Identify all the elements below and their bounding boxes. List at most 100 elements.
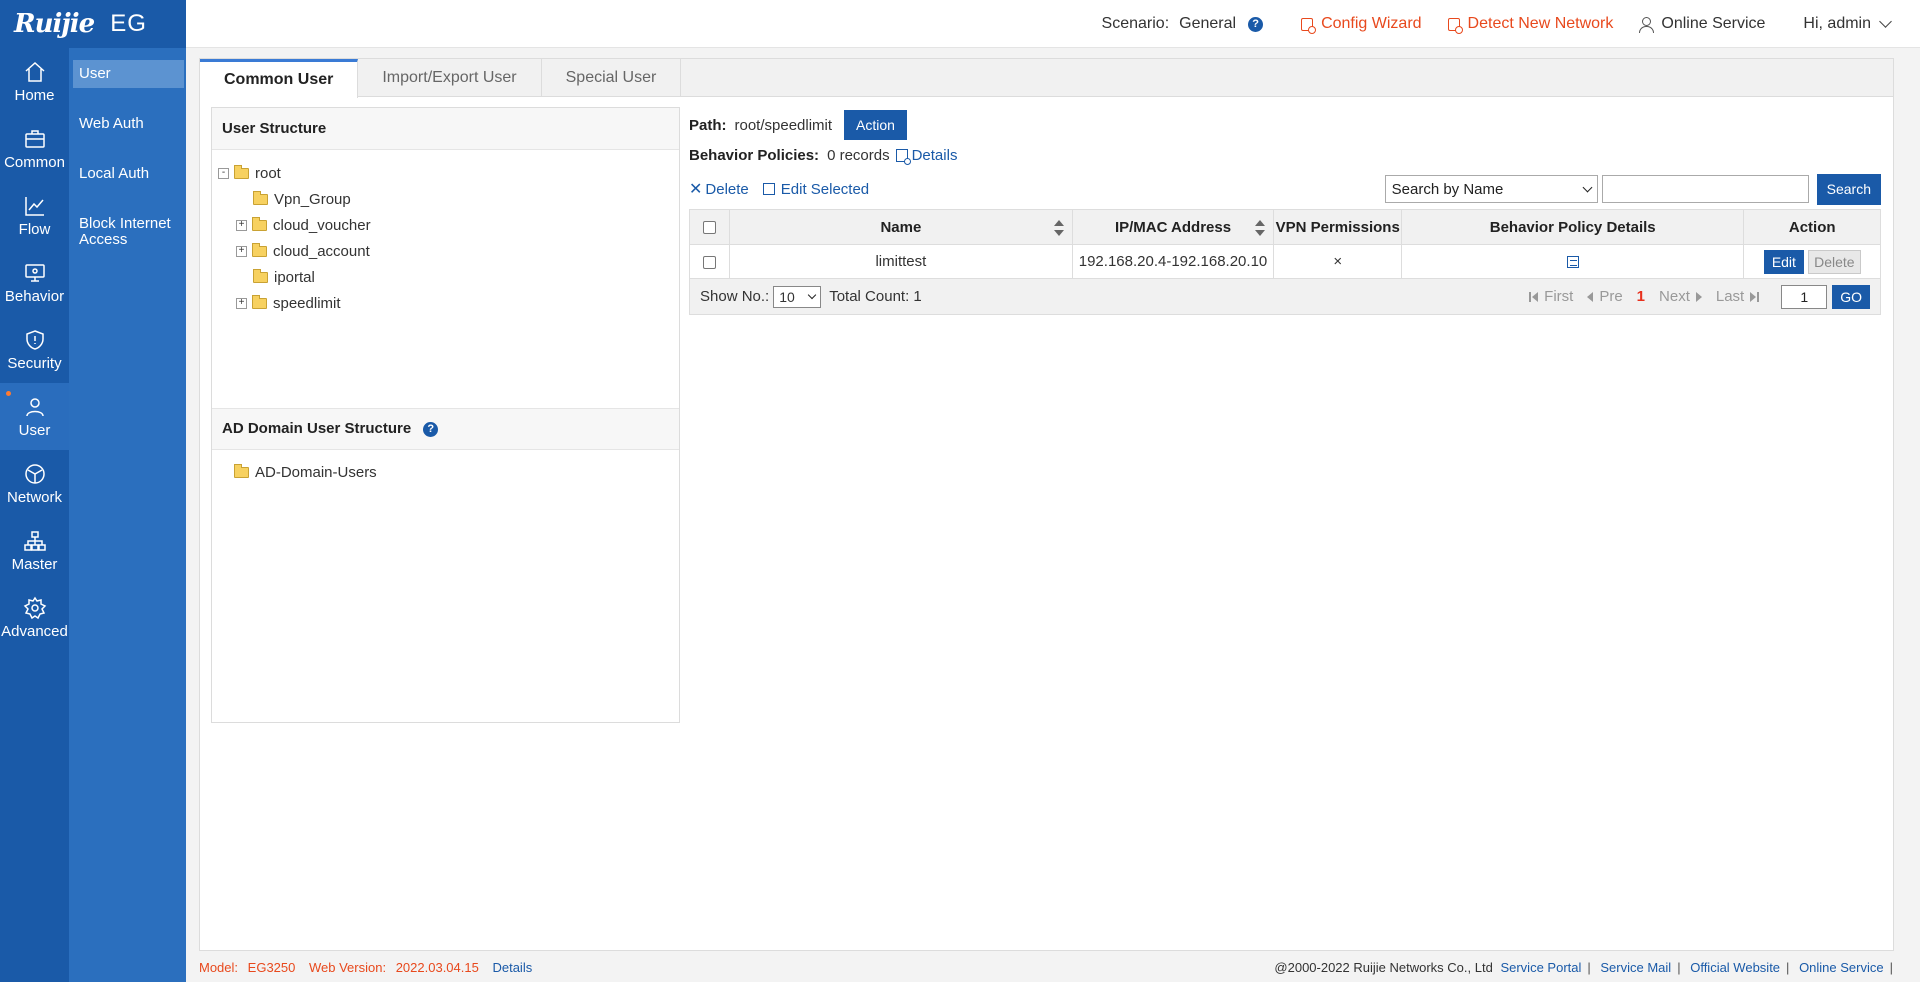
tree-node-iportal[interactable]: iportal: [218, 264, 679, 290]
tree-node-speedlimit[interactable]: + speedlimit: [218, 290, 679, 316]
nav-security[interactable]: Security: [0, 316, 69, 383]
row-delete-button[interactable]: Delete: [1808, 249, 1861, 274]
expand-icon[interactable]: +: [236, 219, 247, 231]
first-page-button[interactable]: First: [1529, 288, 1573, 305]
subnav-item-block-internet-access[interactable]: Block Internet Access: [73, 210, 184, 254]
list-details-icon[interactable]: [1566, 256, 1579, 269]
pre-label: Pre: [1599, 288, 1623, 305]
expand-icon[interactable]: +: [236, 297, 247, 309]
nav-network[interactable]: Network: [0, 450, 69, 517]
main-nav: Home Common Flow Behavior Security User …: [0, 48, 69, 982]
tree-node-root[interactable]: - root: [218, 160, 679, 186]
chevron-down-icon: [1879, 15, 1892, 28]
folder-icon: [252, 242, 267, 257]
chevron-down-icon: [1582, 182, 1593, 192]
service-mail-link[interactable]: Service Mail: [1600, 960, 1671, 975]
online-service-link[interactable]: Online Service: [1639, 15, 1765, 33]
delete-button[interactable]: ✕ Delete: [689, 179, 749, 199]
col-name[interactable]: Name: [729, 209, 1073, 245]
search-input[interactable]: [1601, 175, 1809, 203]
footer-details-link[interactable]: Details: [492, 960, 532, 975]
col-behavior-policy: Behavior Policy Details: [1400, 209, 1745, 245]
user-menu[interactable]: Hi, admin: [1803, 15, 1892, 33]
folder-icon: [252, 216, 267, 231]
subnav-item-user[interactable]: User: [73, 60, 184, 88]
select-all-checkbox[interactable]: [703, 221, 717, 235]
user-structure-title: User Structure: [212, 108, 679, 150]
nav-common[interactable]: Common: [0, 115, 69, 182]
col-vpn: VPN Permissions: [1273, 209, 1402, 245]
user-tree: - root Vpn_Group + cloud_voucher + cloud…: [212, 150, 679, 316]
table-toolbar: ✕ Delete Edit Selected Search by Name Se…: [689, 169, 1881, 209]
row-checkbox[interactable]: [703, 255, 717, 269]
behavior-details-link[interactable]: Details: [890, 147, 957, 165]
nav-label: Common: [4, 153, 65, 171]
nav-master[interactable]: Master: [0, 517, 69, 584]
search-by-select[interactable]: Search by Name: [1384, 175, 1598, 203]
web-version-value: 2022.03.04.15: [395, 959, 479, 975]
collapse-icon[interactable]: -: [218, 167, 229, 179]
model-value: EG3250: [247, 959, 296, 975]
last-page-button[interactable]: Last: [1716, 288, 1760, 305]
page-size-select[interactable]: 10: [773, 285, 822, 308]
nav-behavior[interactable]: Behavior: [0, 249, 69, 316]
header-actions: Scenario: General ? Config Wizard Detect…: [1064, 0, 1892, 48]
tree-node-label: Vpn_Group: [274, 190, 351, 208]
go-button[interactable]: GO: [1832, 284, 1870, 309]
current-page[interactable]: 1: [1637, 288, 1645, 305]
behavior-row: Behavior Policies: 0 records Details: [689, 143, 1881, 167]
expand-icon[interactable]: +: [236, 245, 247, 257]
nav-label: Home: [14, 86, 55, 104]
edit-button[interactable]: Edit: [1763, 249, 1804, 274]
nav-advanced[interactable]: Advanced: [0, 584, 69, 651]
subnav-item-web-auth[interactable]: Web Auth: [73, 110, 184, 138]
ad-structure-title: AD Domain User Structure: [222, 420, 412, 437]
config-wizard-link[interactable]: Config Wizard: [1301, 15, 1422, 34]
col-ip-mac[interactable]: IP/MAC Address: [1071, 209, 1275, 245]
product-name: EG: [110, 10, 147, 37]
total-count: Total Count: 1: [829, 288, 922, 305]
last-icon: [1757, 291, 1760, 302]
official-website-link[interactable]: Official Website: [1690, 960, 1780, 975]
detect-network-label: Detect New Network: [1467, 15, 1614, 32]
sort-icon[interactable]: [1255, 220, 1266, 236]
tree-node-cloud-voucher[interactable]: + cloud_voucher: [218, 212, 679, 238]
tab-special-user[interactable]: Special User: [542, 59, 682, 97]
prev-page-button[interactable]: Pre: [1587, 288, 1623, 305]
help-icon[interactable]: ?: [1248, 16, 1264, 32]
nav-label: Security: [7, 354, 62, 372]
service-portal-link[interactable]: Service Portal: [1500, 960, 1581, 975]
page-number-input[interactable]: 1: [1781, 284, 1828, 309]
user-structure-panel: User Structure - root Vpn_Group + cloud_…: [211, 107, 680, 723]
tab-import-export-user[interactable]: Import/Export User: [358, 59, 542, 97]
monitor-eye-icon: [24, 263, 45, 282]
tab-common-user[interactable]: Common User: [200, 59, 359, 98]
wizard-icon: [1301, 17, 1317, 34]
chart-line-icon: [24, 196, 44, 216]
help-icon[interactable]: ?: [423, 421, 439, 437]
tree-node-ad-domain-users[interactable]: AD-Domain-Users: [234, 459, 377, 485]
sort-icon[interactable]: [1053, 220, 1064, 236]
detect-icon: [1447, 17, 1463, 34]
nav-label: Advanced: [1, 622, 68, 640]
row-action-cell: Edit Delete: [1743, 244, 1881, 279]
nav-flow[interactable]: Flow: [0, 182, 69, 249]
main-content: Common User Import/Export User Special U…: [199, 58, 1894, 951]
brand[interactable]: Ruijie EG: [0, 0, 186, 48]
tree-node-vpn-group[interactable]: Vpn_Group: [218, 186, 679, 212]
nav-label: User: [18, 421, 51, 439]
action-button[interactable]: Action: [844, 110, 907, 140]
tree-node-label: iportal: [274, 268, 315, 286]
online-service-footer-link[interactable]: Online Service: [1799, 960, 1884, 975]
edit-selected-button[interactable]: Edit Selected: [762, 181, 869, 198]
shield-icon: [25, 329, 44, 350]
subnav-item-local-auth[interactable]: Local Auth: [73, 160, 184, 188]
detect-network-link[interactable]: Detect New Network: [1447, 15, 1614, 34]
tree-node-cloud-account[interactable]: + cloud_account: [218, 238, 679, 264]
next-page-button[interactable]: Next: [1659, 288, 1702, 305]
nav-home[interactable]: Home: [0, 48, 69, 115]
pagination: Show No.: 10 Total Count: 1 First Pre 1 …: [689, 279, 1881, 315]
nav-user[interactable]: User: [0, 383, 69, 450]
search-button[interactable]: Search: [1816, 173, 1881, 205]
edit-icon: [762, 183, 775, 195]
